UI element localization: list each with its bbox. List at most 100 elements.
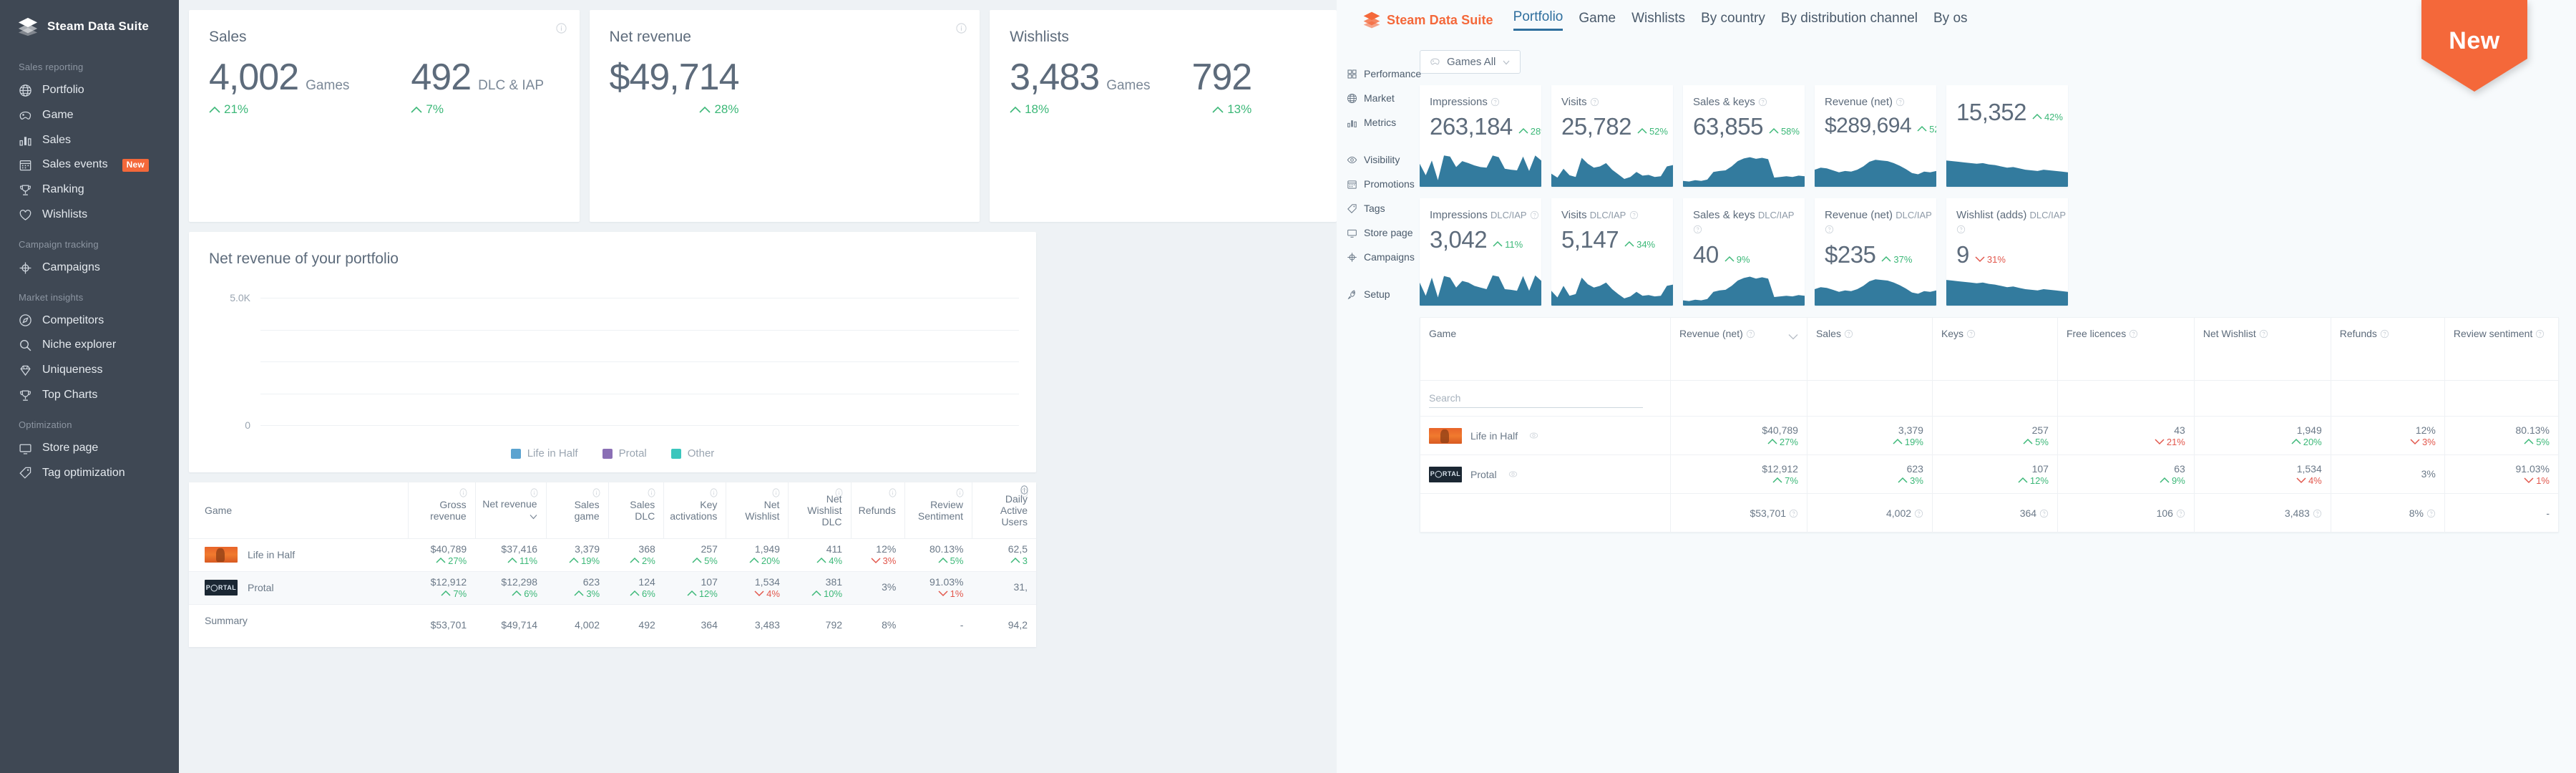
sidebar-item-ranking[interactable]: Ranking <box>0 178 179 203</box>
legend-item[interactable]: Protal <box>602 447 647 460</box>
help-icon[interactable] <box>1956 225 1966 234</box>
column-header[interactable]: Review sentiment <box>2444 317 2560 381</box>
column-header[interactable]: Sales <box>1806 317 1933 381</box>
help-icon[interactable] <box>2426 509 2436 518</box>
column-header[interactable]: Net Wishlist <box>2193 317 2331 381</box>
table-row[interactable]: Life in Half $40,789 27% $37,416 11% 3,379… <box>189 538 1036 571</box>
column-header[interactable]: Sales DLC <box>608 482 664 538</box>
sidebar-item-uniqueness[interactable]: Uniqueness <box>0 358 179 383</box>
sidebar-item-wishlists[interactable]: Wishlists <box>0 203 179 228</box>
help-icon[interactable] <box>1629 210 1639 220</box>
info-icon[interactable] <box>709 488 718 497</box>
help-icon[interactable] <box>1491 97 1500 107</box>
column-header[interactable]: Gross revenue <box>407 482 476 538</box>
help-icon[interactable] <box>2535 329 2545 339</box>
tab-by-os[interactable]: By os <box>1933 11 1968 30</box>
sidebar-item-setup[interactable]: Setup <box>1337 282 1420 306</box>
sidebar-item-competitors[interactable]: Competitors <box>0 308 179 334</box>
help-icon[interactable] <box>1914 509 1923 518</box>
column-header[interactable]: Review Sentiment <box>904 482 972 538</box>
info-icon[interactable] <box>592 488 601 497</box>
column-header[interactable]: Game <box>1419 317 1672 381</box>
sidebar-item-tags[interactable]: Tags <box>1337 196 1420 220</box>
games-filter-chip[interactable]: Games All <box>1420 50 1521 74</box>
trend-down-icon <box>1975 254 1985 265</box>
help-icon[interactable] <box>2259 329 2268 339</box>
right-table-card: Game Revenue (net) Sales Keys Free licen… <box>1419 317 2560 533</box>
info-icon[interactable] <box>771 488 781 497</box>
help-icon[interactable] <box>1530 210 1539 220</box>
help-icon[interactable] <box>1896 97 1905 107</box>
table-row[interactable]: P◯RTAL Protal $12,912 7% 623 3% 107 12% 63 … <box>1419 454 2560 494</box>
column-header-label: Free licences <box>2066 328 2127 339</box>
column-header[interactable]: Refunds <box>2330 317 2445 381</box>
sidebar-item-top-charts[interactable]: Top Charts <box>0 383 179 408</box>
search-input[interactable] <box>1429 389 1644 408</box>
help-icon[interactable] <box>2039 509 2049 518</box>
help-icon[interactable] <box>1966 329 1976 339</box>
help-icon[interactable] <box>1693 225 1702 234</box>
column-header[interactable]: Net Wishlist <box>726 482 789 538</box>
sidebar-item-metrics[interactable]: Metrics <box>1337 110 1420 135</box>
tab-by-distribution-channel[interactable]: By distribution channel <box>1781 11 1918 30</box>
help-icon[interactable] <box>2129 329 2138 339</box>
sidebar-item-store-page[interactable]: Store page <box>0 436 179 461</box>
column-header[interactable]: Net Wishlist DLC <box>788 482 852 538</box>
sidebar-item-label: Sales events <box>42 158 108 171</box>
tab-wishlists[interactable]: Wishlists <box>1631 11 1685 30</box>
tab-game[interactable]: Game <box>1579 11 1616 30</box>
tab-by-country[interactable]: By country <box>1701 11 1765 30</box>
tab-portfolio[interactable]: Portfolio <box>1513 9 1563 31</box>
column-header[interactable]: Key activations <box>663 482 726 538</box>
help-icon[interactable] <box>1844 329 1853 339</box>
diamond-icon <box>19 364 32 377</box>
column-header[interactable]: Refunds <box>850 482 905 538</box>
sidebar-item-niche-explorer[interactable]: Niche explorer <box>0 333 179 358</box>
column-header[interactable]: Net revenue <box>474 482 547 538</box>
info-icon[interactable] <box>888 488 897 497</box>
info-icon[interactable] <box>1020 485 1029 495</box>
sidebar-item-promotions[interactable]: Promotions <box>1337 172 1420 196</box>
help-icon[interactable] <box>1758 97 1767 107</box>
sidebar-item-sales-events[interactable]: Sales events New <box>0 152 179 178</box>
info-icon[interactable] <box>555 23 567 34</box>
help-icon[interactable] <box>2313 509 2322 518</box>
eye-icon[interactable] <box>1508 470 1518 479</box>
info-icon[interactable] <box>834 488 844 497</box>
sidebar-item-visibility[interactable]: Visibility <box>1337 147 1420 172</box>
cell-value: 3,379 <box>575 543 600 555</box>
column-header[interactable]: Keys <box>1931 317 2058 381</box>
sidebar-item-sales[interactable]: Sales <box>0 128 179 153</box>
sidebar-item-market[interactable]: Market <box>1337 86 1420 110</box>
info-icon[interactable] <box>647 488 656 497</box>
help-icon[interactable] <box>2380 329 2389 339</box>
new-ribbon: New <box>2421 0 2527 92</box>
column-header[interactable]: Free licences <box>2057 317 2195 381</box>
sidebar-item-portfolio[interactable]: Portfolio <box>0 78 179 103</box>
info-icon[interactable] <box>955 488 965 497</box>
info-icon[interactable] <box>459 488 468 497</box>
eye-icon[interactable] <box>1529 431 1538 440</box>
table-row[interactable]: Life in Half $40,789 27% 3,379 19% 257 5% 4… <box>1419 416 2560 455</box>
sidebar-item-store-page[interactable]: Store page <box>1337 220 1420 245</box>
summary-value: 364 <box>701 619 718 631</box>
help-icon[interactable] <box>1590 97 1599 107</box>
table-row[interactable]: P◯RTAL Protal $12,912 7% $12,298 6% 623 3%… <box>189 570 1036 604</box>
column-header[interactable]: Game <box>189 482 408 538</box>
column-header[interactable]: Revenue (net) <box>1670 317 1807 381</box>
sidebar-item-tag-optimization[interactable]: Tag optimization <box>0 461 179 486</box>
chevron-down-icon[interactable] <box>1788 331 1798 342</box>
help-icon[interactable] <box>2176 509 2185 518</box>
help-icon[interactable] <box>1746 329 1755 339</box>
help-icon[interactable] <box>1825 225 1834 234</box>
help-icon[interactable] <box>1789 509 1798 518</box>
sidebar-item-campaigns[interactable]: Campaigns <box>0 256 179 281</box>
column-header[interactable]: Sales game <box>545 482 609 538</box>
sidebar-item-performance[interactable]: Performance <box>1337 62 1421 86</box>
info-icon[interactable] <box>530 488 539 497</box>
info-icon[interactable] <box>956 23 967 34</box>
sidebar-item-game[interactable]: Game <box>0 103 179 128</box>
legend-item[interactable]: Life in Half <box>510 447 578 460</box>
sidebar-item-campaigns[interactable]: Campaigns <box>1337 245 1420 269</box>
legend-item[interactable]: Other <box>670 447 714 460</box>
